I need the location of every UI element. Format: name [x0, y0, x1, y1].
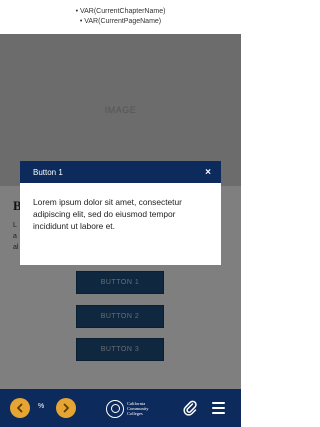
chevron-right-icon: [63, 403, 69, 413]
hamburger-menu-icon[interactable]: [212, 402, 225, 414]
next-button[interactable]: [56, 398, 76, 418]
chevron-left-icon: [17, 403, 23, 413]
logo-text: California Community Colleges: [127, 401, 149, 416]
logo-mark-icon: [106, 399, 124, 418]
modal-header: Button 1 ×: [20, 161, 221, 183]
progress-percent: %: [38, 403, 45, 410]
previous-button[interactable]: [10, 398, 30, 418]
close-icon[interactable]: ×: [205, 167, 211, 178]
footer-nav-bar: % California Community Colleges: [0, 389, 241, 427]
breadcrumb-list: VAR(CurrentChapterName) VAR(CurrentPageN…: [76, 7, 166, 27]
page-name: VAR(CurrentPageName): [76, 17, 166, 27]
college-logo: California Community Colleges: [106, 398, 166, 419]
paperclip-icon[interactable]: [183, 400, 197, 416]
chapter-name: VAR(CurrentChapterName): [76, 7, 165, 17]
modal-body: Lorem ipsum dolor sit amet, consectetur …: [33, 197, 182, 231]
page-header: VAR(CurrentChapterName) VAR(CurrentPageN…: [0, 0, 241, 34]
modal-title: Button 1: [33, 167, 63, 177]
modal-dialog: Button 1 × Lorem ipsum dolor sit amet, c…: [20, 161, 221, 265]
